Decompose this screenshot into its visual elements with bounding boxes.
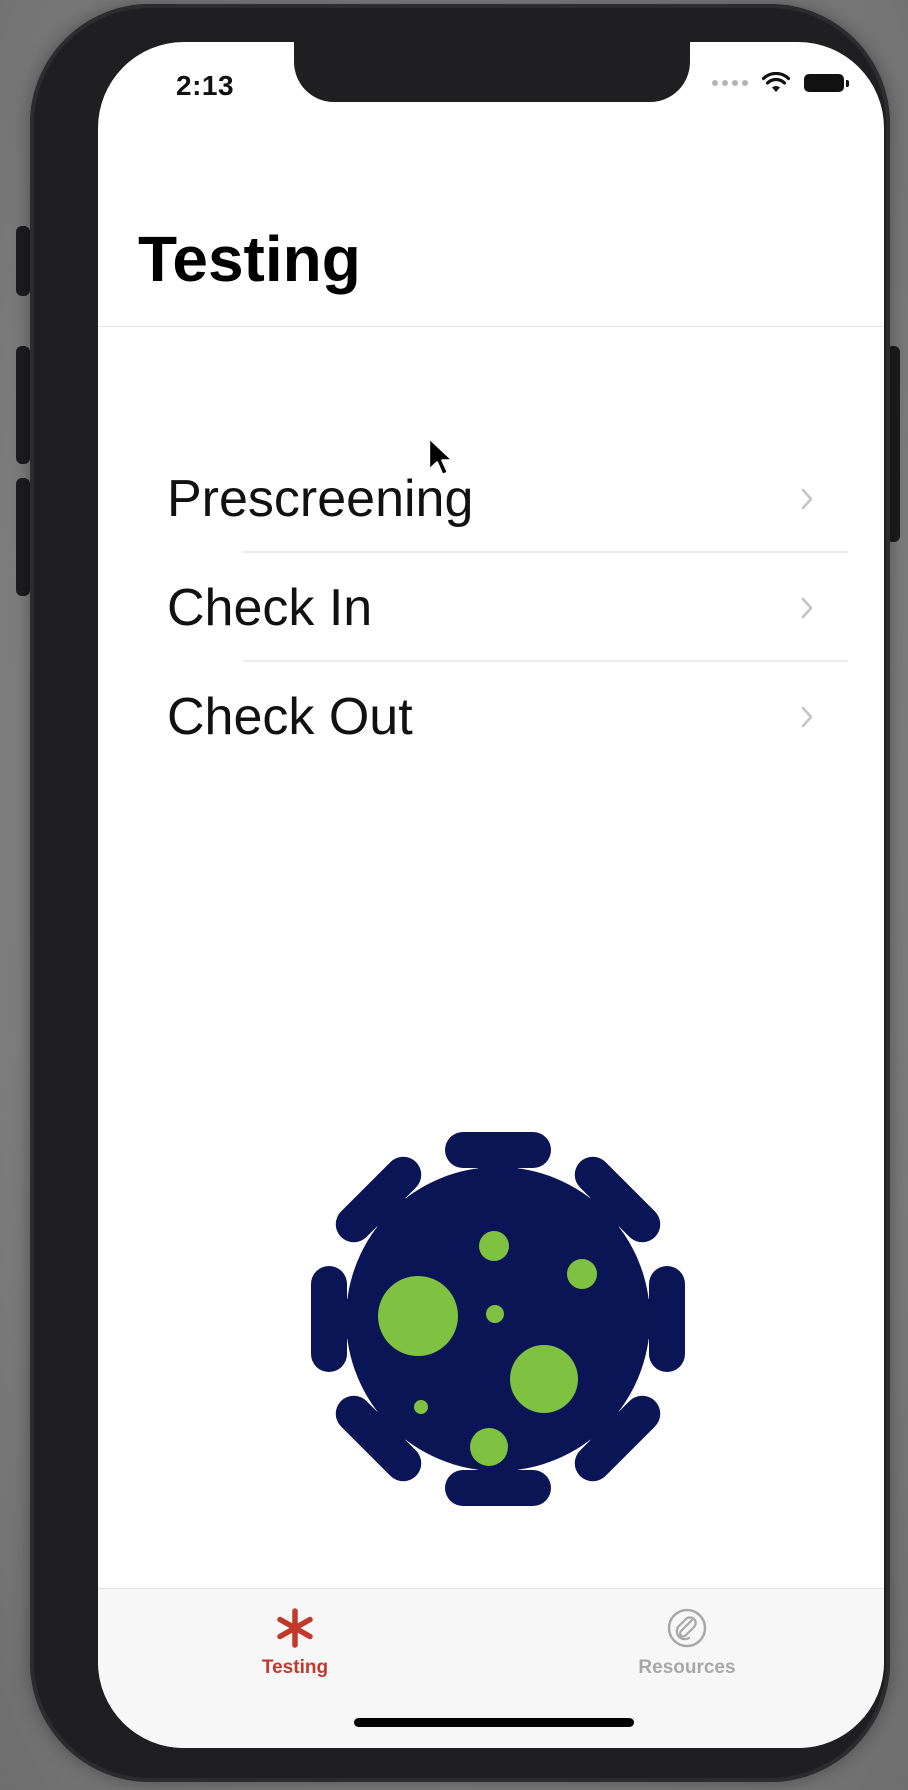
chevron-right-icon	[801, 597, 813, 618]
menu-item-label: Check Out	[167, 687, 413, 746]
menu-list: Prescreening Check In Check Out	[98, 444, 884, 771]
asterisk-icon	[277, 1608, 313, 1648]
status-icons	[712, 72, 849, 94]
tab-testing[interactable]: Testing	[215, 1607, 375, 1679]
volume-down-button	[16, 478, 30, 596]
page-title: Testing	[138, 223, 361, 295]
menu-item-check-out[interactable]: Check Out	[98, 662, 884, 771]
menu-item-check-in[interactable]: Check In	[98, 553, 884, 662]
battery-icon	[804, 74, 849, 92]
menu-item-prescreening[interactable]: Prescreening	[98, 444, 884, 553]
mouse-cursor-icon	[427, 436, 455, 477]
paperclip-icon	[667, 1608, 707, 1648]
silent-switch	[16, 226, 30, 296]
wifi-icon	[762, 72, 790, 92]
tab-resources[interactable]: Resources	[607, 1607, 767, 1679]
cellular-signal-icon	[712, 80, 748, 86]
volume-up-button	[16, 346, 30, 464]
status-time: 2:13	[176, 70, 235, 101]
app-screen: 2:13 Testing Prescreening Check In Check…	[98, 42, 884, 1748]
phone-frame: 2:13 Testing Prescreening Check In Check…	[30, 4, 890, 1782]
chevron-right-icon	[801, 488, 813, 509]
nav-divider	[98, 326, 884, 327]
menu-item-label: Check In	[167, 578, 373, 637]
tab-label: Resources	[638, 1657, 736, 1678]
home-indicator[interactable]	[354, 1718, 634, 1727]
notch	[294, 42, 690, 102]
chevron-right-icon	[801, 706, 813, 727]
virus-icon	[311, 1132, 685, 1506]
tab-label: Testing	[261, 1657, 329, 1678]
